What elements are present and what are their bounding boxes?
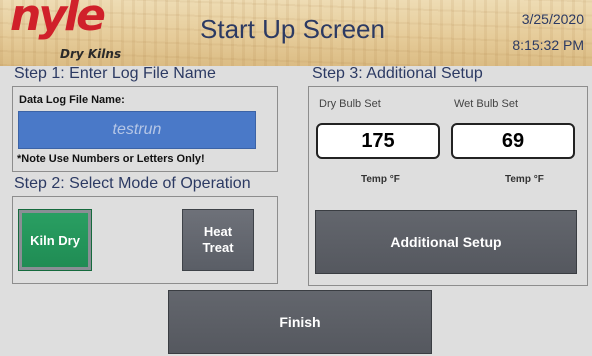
time-display: 8:15:32 PM xyxy=(512,37,584,53)
finish-button[interactable]: Finish xyxy=(168,290,432,354)
start-up-screen: nyle Dry Kilns Start Up Screen 3/25/2020… xyxy=(0,0,592,356)
kiln-dry-button[interactable]: Kiln Dry xyxy=(18,209,92,271)
date-display: 3/25/2020 xyxy=(521,11,584,27)
step3-label: Step 3: Additional Setup xyxy=(312,65,483,82)
step1-panel: Data Log File Name: testrun *Note Use Nu… xyxy=(12,86,278,172)
nyle-logo: nyle xyxy=(10,0,106,41)
dry-bulb-set-label: Dry Bulb Set xyxy=(319,98,381,110)
step1-label: Step 1: Enter Log File Name xyxy=(14,65,216,82)
dry-bulb-unit-label: Temp °F xyxy=(361,174,400,185)
step2-label: Step 2: Select Mode of Operation xyxy=(14,175,251,192)
step2-panel: Kiln Dry Heat Treat xyxy=(12,196,278,284)
header-banner: nyle Dry Kilns Start Up Screen 3/25/2020… xyxy=(0,0,592,66)
wet-bulb-unit-label: Temp °F xyxy=(505,174,544,185)
additional-setup-button[interactable]: Additional Setup xyxy=(315,210,577,274)
step3-panel: Dry Bulb Set Wet Bulb Set 175 69 Temp °F… xyxy=(308,86,588,286)
dry-bulb-set-input[interactable]: 175 xyxy=(316,123,440,159)
page-title: Start Up Screen xyxy=(200,14,385,44)
log-file-name-input[interactable]: testrun xyxy=(18,111,256,149)
heat-treat-button[interactable]: Heat Treat xyxy=(182,209,254,271)
data-log-file-label: Data Log File Name: xyxy=(19,94,125,106)
file-name-note: *Note Use Numbers or Letters Only! xyxy=(17,153,205,165)
wet-bulb-set-input[interactable]: 69 xyxy=(451,123,575,159)
nyle-logo-subtitle: Dry Kilns xyxy=(60,47,122,61)
wet-bulb-set-label: Wet Bulb Set xyxy=(454,98,518,110)
